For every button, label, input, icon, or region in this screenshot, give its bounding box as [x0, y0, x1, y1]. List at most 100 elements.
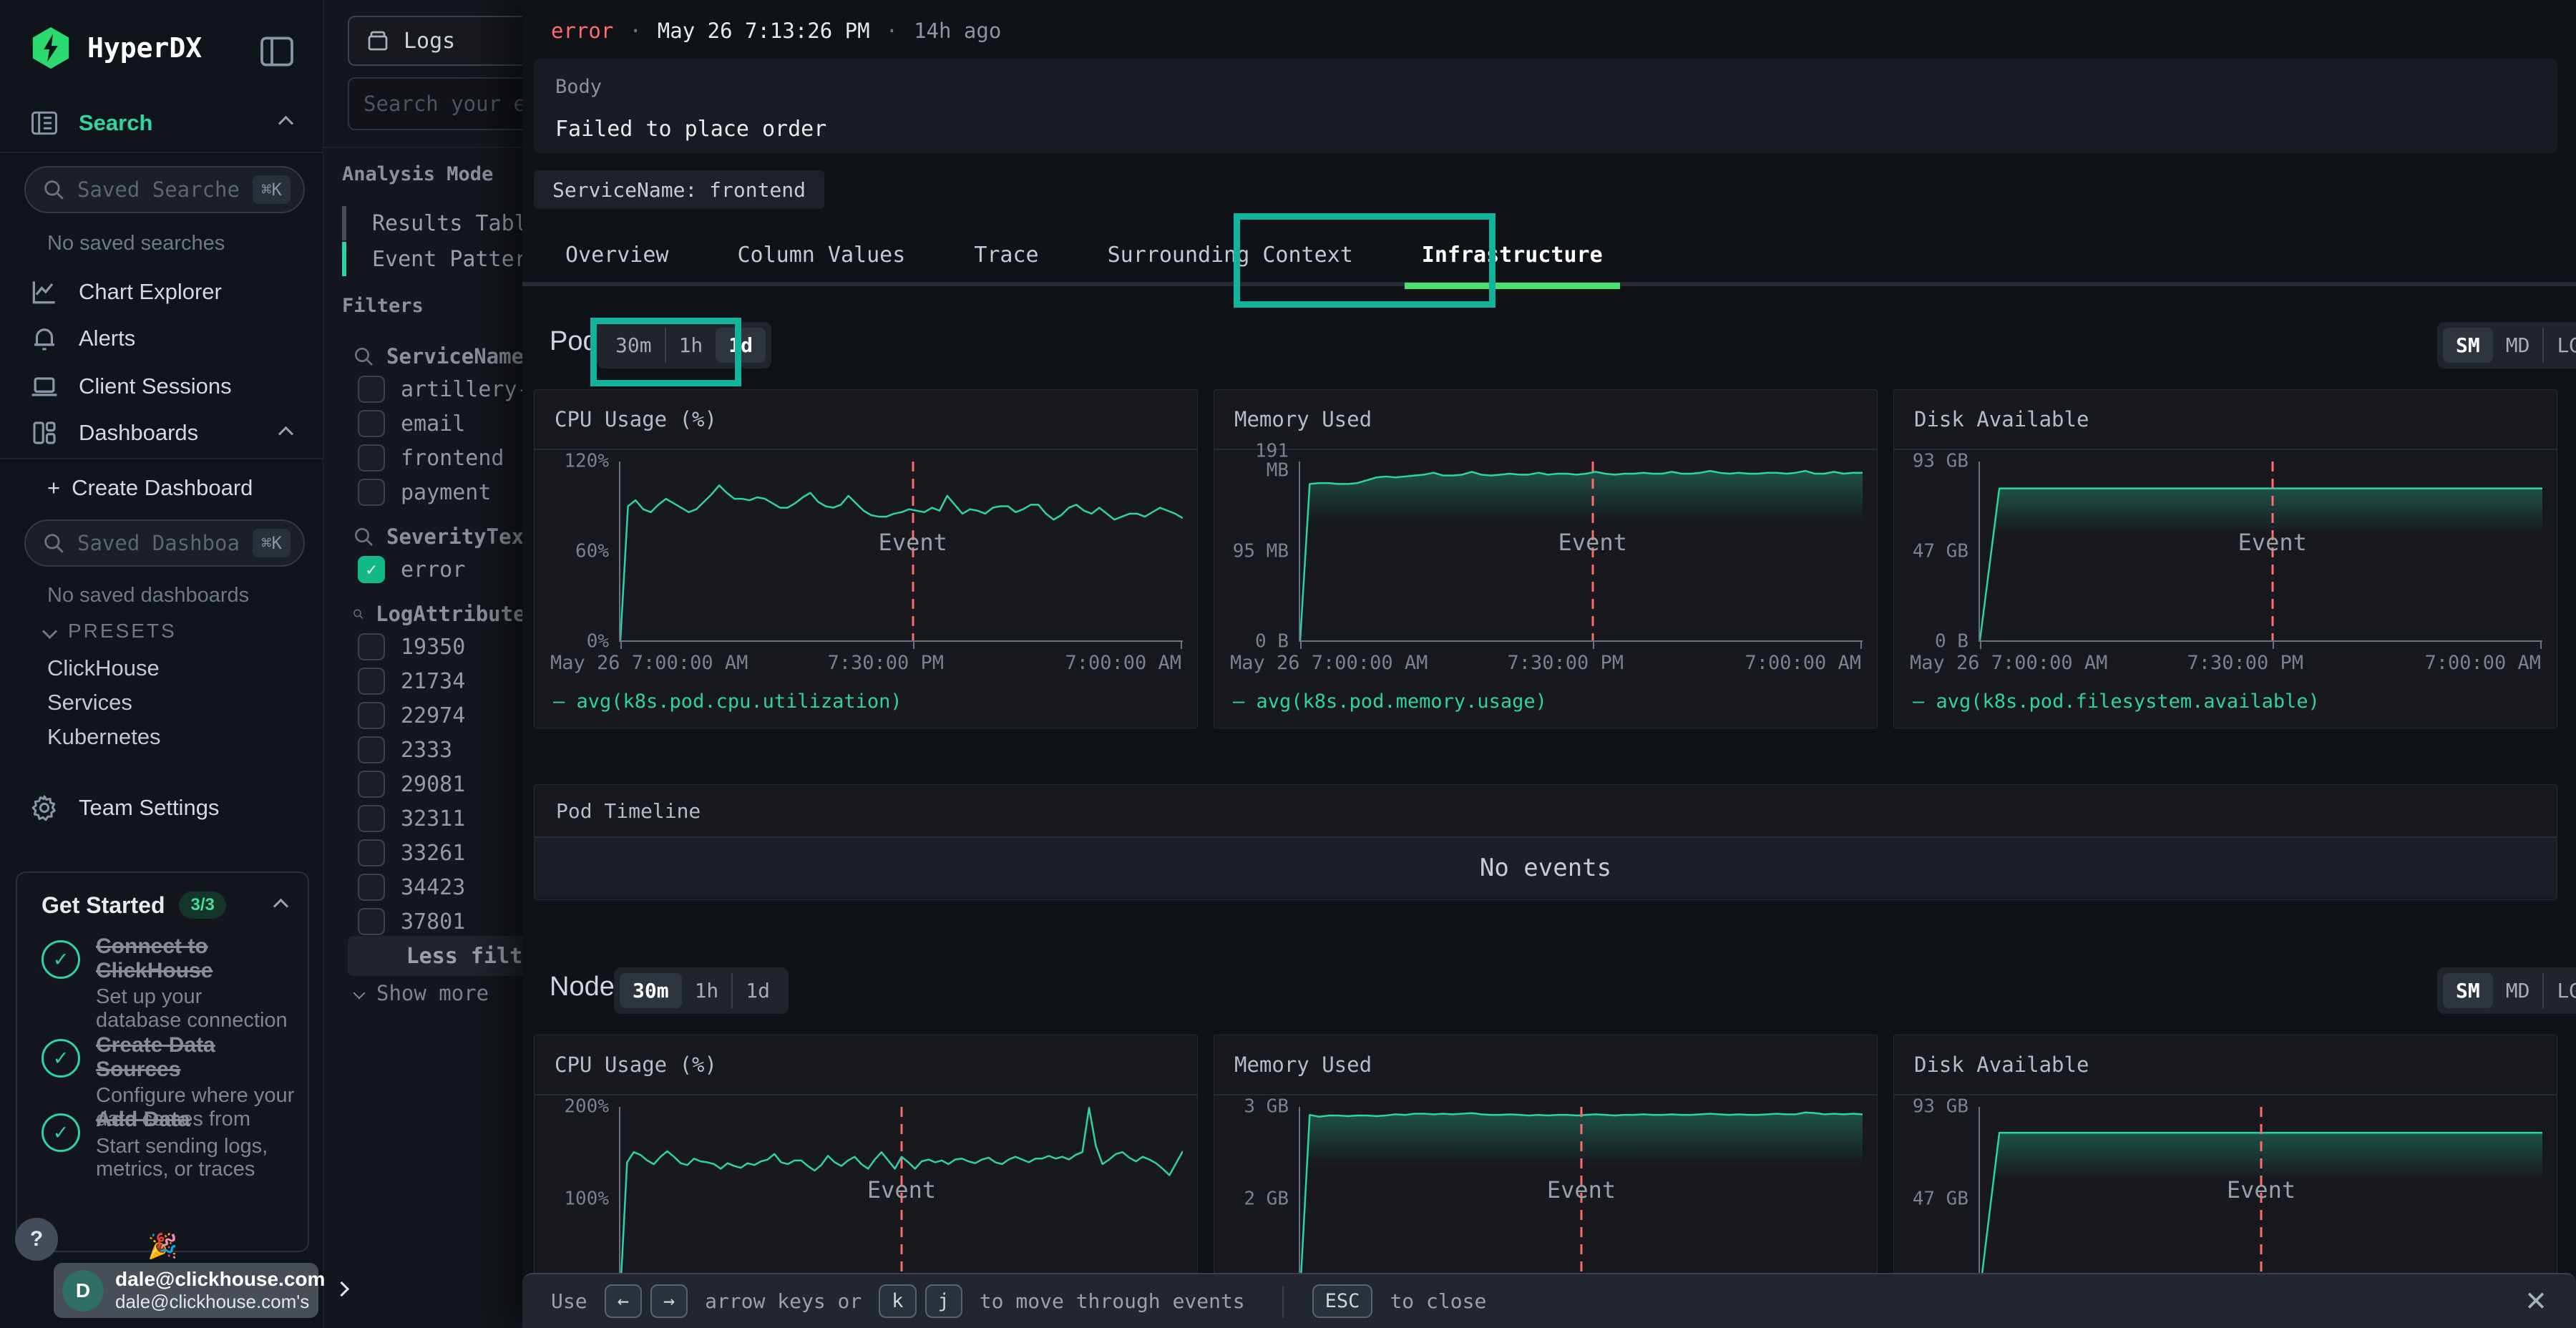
- chevron-up-icon[interactable]: [275, 899, 286, 913]
- chevron-up-icon[interactable]: [280, 426, 291, 441]
- filter-option[interactable]: ✓34423: [358, 874, 522, 901]
- tab-trace[interactable]: Trace: [960, 225, 1053, 284]
- filter-option[interactable]: ✓artillery-loa: [358, 376, 522, 403]
- mode-results-table[interactable]: Results Table: [342, 206, 522, 240]
- sidebar-item-dashboards[interactable]: Dashboards: [29, 418, 198, 448]
- range-30m-button[interactable]: 30m: [602, 328, 665, 363]
- checkbox-unchecked[interactable]: ✓: [358, 376, 385, 403]
- filter-option[interactable]: ✓22974: [358, 702, 522, 729]
- sidebar-item-alerts[interactable]: Alerts: [29, 323, 135, 353]
- collapse-sidebar-icon[interactable]: [257, 31, 297, 75]
- node-section-title: Node: [550, 972, 615, 1002]
- filter-group-name: LogAttributes: [376, 602, 522, 626]
- checklist-item-desc: Start sending logs, metrics, or traces: [96, 1135, 292, 1181]
- size-sm-button[interactable]: SM: [2443, 973, 2493, 1008]
- chart-legend: — avg(k8s.pod.cpu.utilization): [553, 690, 1197, 713]
- filter-option[interactable]: ✓email: [358, 410, 522, 437]
- filter-option[interactable]: ✓37801: [358, 908, 522, 935]
- size-sm-button[interactable]: SM: [2443, 328, 2493, 363]
- filter-option[interactable]: ✓payment: [358, 479, 522, 506]
- chevron-right-icon: [336, 1284, 347, 1298]
- check-circle-icon: ✓: [42, 940, 80, 979]
- checkbox-unchecked[interactable]: ✓: [358, 771, 385, 798]
- less-filters-button[interactable]: Less filters: [348, 936, 522, 976]
- chevron-up-icon[interactable]: [280, 116, 291, 130]
- chart-title: Memory Used: [1214, 390, 1877, 450]
- preset-kubernetes[interactable]: Kubernetes: [47, 724, 161, 750]
- user-menu[interactable]: D dale@clickhouse.com dale@clickhouse.co…: [54, 1263, 318, 1318]
- preset-clickhouse[interactable]: ClickHouse: [47, 655, 160, 681]
- sidebar-item-team-settings[interactable]: Team Settings: [29, 793, 219, 823]
- saved-dashboards-input[interactable]: Saved Dashboards ⌘K: [24, 519, 305, 567]
- preset-label: Kubernetes: [47, 724, 161, 750]
- checkbox-unchecked[interactable]: ✓: [358, 874, 385, 901]
- size-md-button[interactable]: MD: [2493, 973, 2543, 1008]
- preset-services[interactable]: Services: [47, 690, 132, 716]
- y-tick-label: 47 GB: [1913, 542, 1968, 561]
- mode-indicator-active: [342, 242, 346, 276]
- checkbox-unchecked[interactable]: ✓: [358, 736, 385, 763]
- checkbox-unchecked[interactable]: ✓: [358, 410, 385, 437]
- filter-option[interactable]: ✓ frontend: [358, 444, 522, 472]
- presets-toggle[interactable]: PRESETS: [44, 620, 177, 643]
- filter-option[interactable]: ✓ 32311: [358, 805, 522, 832]
- tab-surrounding-context[interactable]: Surrounding Context: [1093, 225, 1367, 284]
- tab-column-values[interactable]: Column Values: [723, 225, 920, 284]
- range-1d-button[interactable]: 1d: [731, 973, 783, 1008]
- size-md-button[interactable]: MD: [2493, 328, 2543, 363]
- filter-option[interactable]: ✓error: [358, 556, 522, 583]
- checkbox-unchecked[interactable]: ✓: [358, 479, 385, 506]
- range-1d-button[interactable]: 1d: [716, 328, 766, 363]
- show-more-button[interactable]: Show more: [355, 981, 522, 1005]
- filter-option[interactable]: ✓21734: [358, 668, 522, 695]
- checkbox-unchecked[interactable]: ✓: [358, 839, 385, 866]
- size-lg-button[interactable]: LG: [2542, 328, 2576, 363]
- filter-option-label: 32311: [401, 806, 465, 831]
- checkbox-unchecked[interactable]: ✓: [358, 702, 385, 729]
- sidebar-item-search[interactable]: Search: [29, 107, 152, 139]
- get-started-progress-badge: 3/3: [179, 892, 225, 919]
- pod-range-control: 30m 1h 1d: [597, 322, 771, 368]
- mode-event-patterns[interactable]: Event Patterns: [342, 242, 522, 276]
- x-tick-label: May 26 7:00:00 AM: [1910, 652, 2107, 674]
- tab-infrastructure[interactable]: Infrastructure: [1407, 225, 1617, 284]
- filter-option[interactable]: ✓33261: [358, 839, 522, 866]
- service-name-tag[interactable]: ServiceName: frontend: [534, 170, 824, 209]
- filter-option[interactable]: ✓19350: [358, 633, 522, 660]
- chart-title: CPU Usage (%): [535, 1035, 1197, 1095]
- checkbox-checked[interactable]: ✓: [358, 556, 385, 583]
- filter-option[interactable]: ✓2333: [358, 736, 522, 763]
- tab-overview[interactable]: Overview: [551, 225, 683, 284]
- chart-plot: Event: [619, 462, 1183, 642]
- sidebar-item-client-sessions[interactable]: Client Sessions: [29, 371, 232, 402]
- range-1h-button[interactable]: 1h: [682, 973, 732, 1008]
- checkbox-unchecked[interactable]: ✓: [358, 908, 385, 935]
- body-text: Failed to place order: [555, 117, 2536, 142]
- event-search-input[interactable]: Search your events: [348, 77, 522, 130]
- app-logo[interactable]: HyperDX: [29, 26, 202, 70]
- checkbox-unchecked[interactable]: ✓: [358, 805, 385, 832]
- event-timestamp: May 26 7:13:26 PM: [658, 19, 870, 43]
- filter-option[interactable]: ✓29081: [358, 771, 522, 798]
- checklist-item-connect[interactable]: ✓ Connect to ClickHouse Set up your data…: [42, 934, 292, 1032]
- preset-label: ClickHouse: [47, 655, 160, 681]
- create-dashboard-button[interactable]: + Create Dashboard: [47, 475, 253, 501]
- checkbox-unchecked[interactable]: ✓: [358, 633, 385, 660]
- pod-timeline-card: Pod Timeline No events: [534, 784, 2557, 900]
- sidebar: HyperDX Search Saved Searches ⌘K No save…: [0, 0, 323, 1328]
- checkbox-unchecked[interactable]: ✓: [358, 668, 385, 695]
- filter-option-label: frontend: [401, 446, 504, 471]
- help-button[interactable]: ?: [15, 1218, 58, 1261]
- checklist-item-add-data[interactable]: ✓ Add Data Start sending logs, metrics, …: [42, 1108, 292, 1181]
- source-select-button[interactable]: Logs: [348, 16, 522, 66]
- size-lg-button[interactable]: LG: [2542, 973, 2576, 1008]
- range-30m-button[interactable]: 30m: [620, 973, 682, 1008]
- range-1h-button[interactable]: 1h: [665, 328, 716, 363]
- close-icon[interactable]: ✕: [2524, 1285, 2547, 1317]
- checkbox-unchecked[interactable]: ✓: [358, 444, 385, 472]
- checklist-item-title: Create Data Sources: [96, 1033, 299, 1081]
- sidebar-item-chart-explorer[interactable]: Chart Explorer: [29, 276, 222, 308]
- saved-searches-input[interactable]: Saved Searches ⌘K: [24, 166, 305, 213]
- event-marker-label: Event: [1558, 529, 1627, 556]
- filter-group-servicename: ServiceName: [352, 344, 522, 368]
